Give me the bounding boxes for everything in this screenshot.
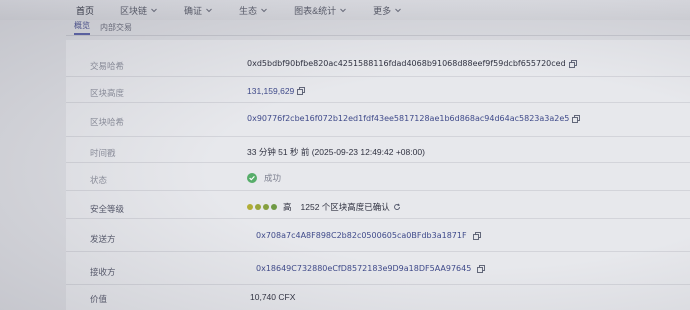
block-hash-link[interactable]: 0x90776f2cbe16f072b12ed1fdf43ee5817128ae… [247, 114, 569, 123]
security-value: 高 1252 个区块高度已确认 [247, 201, 401, 213]
check-circle-icon [247, 173, 257, 183]
nav-item-label: 图表&统计 [294, 5, 337, 16]
nav-item-label: 生态 [239, 5, 258, 16]
detail-row-security: 安全等级 高 1252 个区块高度已确认 [66, 191, 690, 219]
chevron-down-icon [261, 8, 267, 13]
status-text: 成功 [264, 173, 282, 183]
copy-icon[interactable] [572, 114, 581, 123]
chevron-down-icon [206, 8, 212, 13]
detail-label: 安全等级 [90, 204, 125, 214]
tx-hash-value: 0xd5bdbf90bfbe820ac4251588116fdad4068b91… [247, 59, 577, 68]
refresh-icon[interactable] [393, 203, 401, 211]
security-level-text: 高 [283, 202, 292, 212]
block-hash-value: 0x90776f2cbe16f072b12ed1fdf43ee5817128ae… [247, 114, 581, 123]
nav-item-charts[interactable]: 图表&统计 [294, 4, 347, 17]
from-address-link[interactable]: 0x708a7c4A8F898C2b82c0500605ca0BFdb3a187… [256, 231, 467, 240]
detail-row-status: 状态 成功 [66, 163, 690, 191]
copy-icon[interactable] [477, 264, 486, 273]
detail-tabs: 概览 内部交易 [66, 20, 690, 36]
tab-internal-transactions[interactable]: 内部交易 [100, 22, 132, 35]
detail-row-timestamp: 时间戳 33 分钟 51 秒 前 (2025-09-23 12:49:42 +0… [66, 137, 690, 163]
nav-item-ecosystem[interactable]: 生态 [239, 4, 268, 17]
detail-row-from: 发送方 0x708a7c4A8F898C2b82c0500605ca0BFdb3… [66, 219, 690, 252]
nav-item-label: 更多 [373, 5, 392, 16]
security-confirm-text: 1252 个区块高度已确认 [300, 202, 390, 212]
timestamp-value: 33 分钟 51 秒 前 (2025-09-23 12:49:42 +08:00… [247, 146, 425, 158]
detail-row-tx-hash: 交易哈希 0xd5bdbf90bfbe820ac4251588116fdad40… [66, 52, 690, 77]
from-address-value: 0x708a7c4A8F898C2b82c0500605ca0BFdb3a187… [256, 231, 481, 240]
transaction-details-panel: 交易哈希 0xd5bdbf90bfbe820ac4251588116fdad40… [66, 40, 690, 310]
top-nav: 首页 区块链 确证 生态 图表&统计 更多 [0, 0, 690, 20]
timestamp-text: 33 分钟 51 秒 前 (2025-09-23 12:49:42 +08:00… [247, 147, 425, 157]
detail-label: 区块哈希 [90, 117, 125, 127]
to-address-link[interactable]: 0x18649C732880eCfD8572183e9D9a18DF5AA976… [256, 264, 471, 273]
nav-item-more[interactable]: 更多 [373, 4, 402, 17]
detail-row-value: 价值 10,740 CFX [66, 285, 690, 310]
nav-item-verify[interactable]: 确证 [184, 4, 213, 17]
security-level-dots [247, 204, 277, 210]
chevron-down-icon [395, 8, 401, 13]
detail-row-to: 接收方 0x18649C732880eCfD8572183e9D9a18DF5A… [66, 252, 690, 285]
copy-icon[interactable] [297, 87, 306, 95]
amount-text: 10,740 CFX [250, 292, 296, 302]
chevron-down-icon [151, 8, 157, 13]
detail-label: 区块高度 [90, 88, 125, 98]
detail-label: 发送方 [90, 234, 116, 244]
copy-icon[interactable] [568, 59, 577, 68]
block-height-value: 131,159,629 [247, 86, 306, 96]
amount-value: 10,740 CFX [250, 292, 295, 302]
nav-item-blockchain[interactable]: 区块链 [120, 4, 158, 17]
tab-overview[interactable]: 概览 [74, 20, 90, 35]
tx-hash-text: 0xd5bdbf90bfbe820ac4251588116fdad4068b91… [247, 59, 566, 68]
detail-row-block-hash: 区块哈希 0x90776f2cbe16f072b12ed1fdf43ee5817… [66, 103, 690, 137]
detail-label: 时间戳 [90, 148, 116, 158]
nav-item-home[interactable]: 首页 [76, 4, 94, 17]
to-address-value: 0x18649C732880eCfD8572183e9D9a18DF5AA976… [256, 264, 486, 273]
status-value: 成功 [247, 172, 281, 184]
block-height-link[interactable]: 131,159,629 [247, 86, 294, 96]
detail-label: 交易哈希 [90, 61, 125, 71]
nav-item-label: 区块链 [120, 5, 148, 16]
nav-item-label: 首页 [76, 5, 95, 16]
detail-label: 状态 [90, 175, 108, 185]
detail-label: 接收方 [90, 267, 116, 277]
detail-label: 价值 [90, 294, 108, 304]
detail-row-block-height: 区块高度 131,159,629 [66, 77, 690, 103]
copy-icon[interactable] [472, 231, 481, 240]
nav-item-label: 确证 [184, 5, 203, 16]
chevron-down-icon [340, 8, 346, 13]
